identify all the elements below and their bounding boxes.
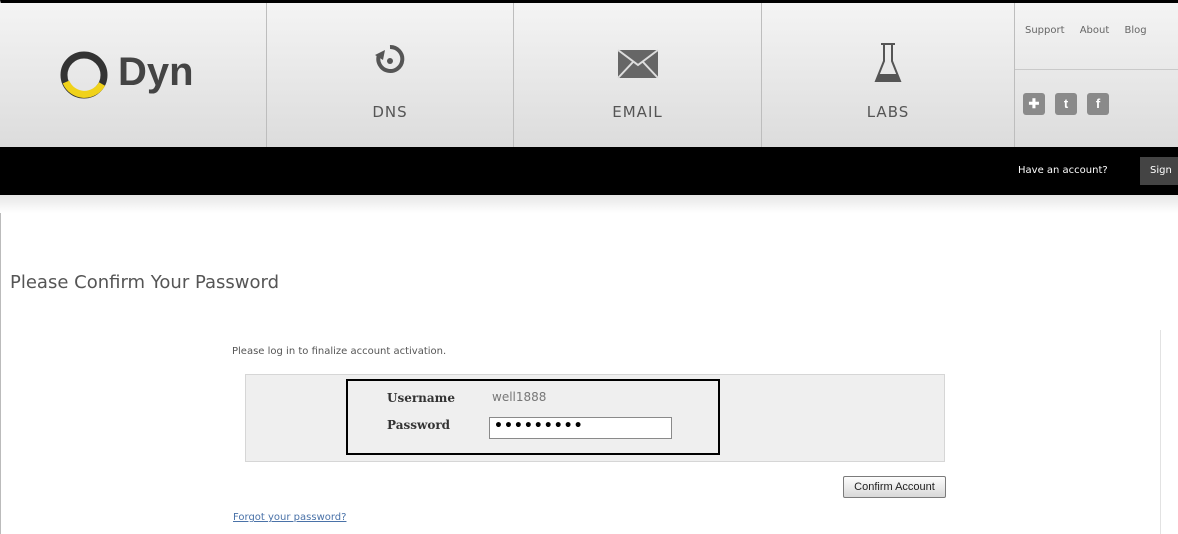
facebook-icon[interactable]: f — [1087, 93, 1109, 115]
twitter-icon[interactable]: t — [1055, 93, 1077, 115]
nav-label-email: EMAIL — [612, 103, 663, 121]
bar-shadow — [0, 195, 1178, 213]
social-icons: ✚ t f — [1023, 93, 1109, 115]
sign-in-button[interactable]: Sign — [1140, 157, 1178, 185]
nav-label-labs: LABS — [866, 103, 910, 121]
logo-text: Dyn — [118, 50, 194, 94]
blog-link[interactable]: Blog — [1124, 25, 1146, 36]
account-bar: Have an account? Sign — [0, 147, 1178, 195]
page-title: Please Confirm Your Password — [10, 272, 280, 293]
flask-icon — [874, 43, 902, 82]
username-label: Username — [387, 391, 456, 405]
username-value: well1888 — [492, 390, 547, 404]
confirm-account-button[interactable]: Confirm Account — [843, 476, 946, 498]
utility-cell: Support About Blog ✚ t f — [1015, 3, 1178, 147]
password-label: Password — [387, 418, 451, 432]
logo-cell[interactable]: Dyn — [0, 3, 267, 147]
top-links: Support About Blog — [1025, 25, 1159, 36]
nav-item-email[interactable]: EMAIL — [514, 3, 762, 147]
nav-item-labs[interactable]: LABS — [762, 3, 1015, 147]
dns-refresh-icon — [375, 44, 405, 73]
envelope-icon — [616, 49, 659, 79]
site-header: Dyn DNS EMAIL LABS Support About Blog ✚ … — [0, 3, 1178, 147]
nav-label-dns: DNS — [372, 103, 408, 121]
support-link[interactable]: Support — [1025, 25, 1065, 36]
right-edge-line — [1160, 330, 1161, 534]
instructions-text: Please log in to finalize account activa… — [232, 346, 447, 357]
about-link[interactable]: About — [1080, 25, 1110, 36]
union-jack-icon[interactable]: ✚ — [1023, 93, 1045, 115]
dyn-logo-icon — [60, 51, 108, 99]
password-field[interactable]: ••••••••• — [489, 417, 672, 439]
forgot-password-link[interactable]: Forgot your password? — [233, 512, 346, 523]
utility-divider — [1015, 69, 1178, 70]
have-account-text: Have an account? — [1018, 165, 1108, 176]
nav-item-dns[interactable]: DNS — [267, 3, 514, 147]
